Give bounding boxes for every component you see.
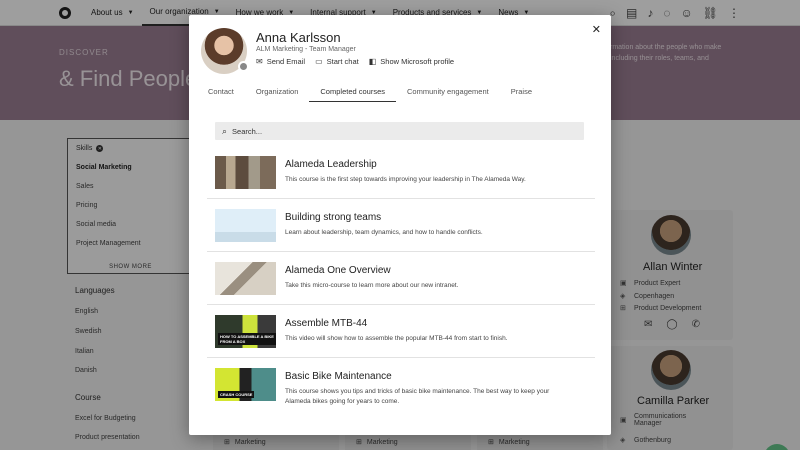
search-input[interactable]	[232, 126, 563, 136]
profile-modal: ✕ Anna Karlsson ALM Marketing - Team Man…	[189, 15, 611, 435]
course-description: This course is the first step towards im…	[285, 176, 526, 183]
course-item[interactable]: HOW TO ASSEMBLE A BIKE FROM A BOX Assemb…	[207, 305, 595, 358]
profile-role: ALM Marketing - Team Manager	[256, 46, 356, 53]
course-thumbnail	[215, 156, 276, 189]
course-title: Assemble MTB-44	[285, 318, 368, 329]
start-chat-button[interactable]: ▭ Start chat	[315, 57, 359, 66]
close-icon[interactable]: ✕	[592, 23, 601, 36]
tab-completed-courses[interactable]: Completed courses	[309, 86, 397, 102]
office-icon: ◧	[368, 57, 377, 66]
course-item[interactable]: Building strong teams Learn about leader…	[207, 199, 595, 252]
course-description: This video will show how to assemble the…	[285, 335, 508, 342]
course-description: Learn about leadership, team dynamics, a…	[285, 229, 483, 236]
profile-actions: ✉ Send Email ▭ Start chat ◧ Show Microsoft …	[256, 57, 454, 66]
course-thumbnail	[215, 209, 276, 242]
course-thumbnail: CRASH COURSE	[215, 368, 276, 401]
course-description: This course shows you tips and tricks of…	[285, 388, 550, 405]
course-thumbnail	[215, 262, 276, 295]
tab-praise[interactable]: Praise	[500, 86, 543, 102]
show-microsoft-profile-button[interactable]: ◧ Show Microsoft profile	[369, 57, 454, 66]
mail-icon: ✉	[256, 57, 263, 66]
course-title: Basic Bike Maintenance	[285, 371, 392, 382]
course-search: ⌕	[215, 122, 584, 140]
chat-icon: ▭	[315, 57, 323, 66]
tab-organization[interactable]: Organization	[245, 86, 310, 102]
course-title: Alameda Leadership	[285, 159, 377, 170]
tab-community-engagement[interactable]: Community engagement	[396, 86, 500, 102]
profile-tabs: Contact Organization Completed courses C…	[197, 86, 597, 104]
profile-name: Anna Karlsson	[256, 30, 341, 45]
course-thumbnail: HOW TO ASSEMBLE A BIKE FROM A BOX	[215, 315, 276, 348]
tab-contact[interactable]: Contact	[197, 86, 245, 102]
search-icon: ⌕	[222, 125, 228, 136]
course-title: Alameda One Overview	[285, 265, 391, 276]
send-email-button[interactable]: ✉ Send Email	[256, 57, 305, 66]
course-description: Take this micro-course to learn more abo…	[285, 282, 459, 289]
thumbnail-caption: HOW TO ASSEMBLE A BIKE FROM A BOX	[218, 333, 276, 345]
thumbnail-caption: CRASH COURSE	[218, 391, 255, 398]
course-item[interactable]: Alameda One Overview Take this micro-cou…	[207, 252, 595, 305]
course-item[interactable]: CRASH COURSE Basic Bike Maintenance This…	[207, 358, 595, 418]
course-item[interactable]: Alameda Leadership This course is the fi…	[207, 146, 595, 199]
presence-indicator	[238, 61, 249, 72]
course-title: Building strong teams	[285, 212, 382, 223]
